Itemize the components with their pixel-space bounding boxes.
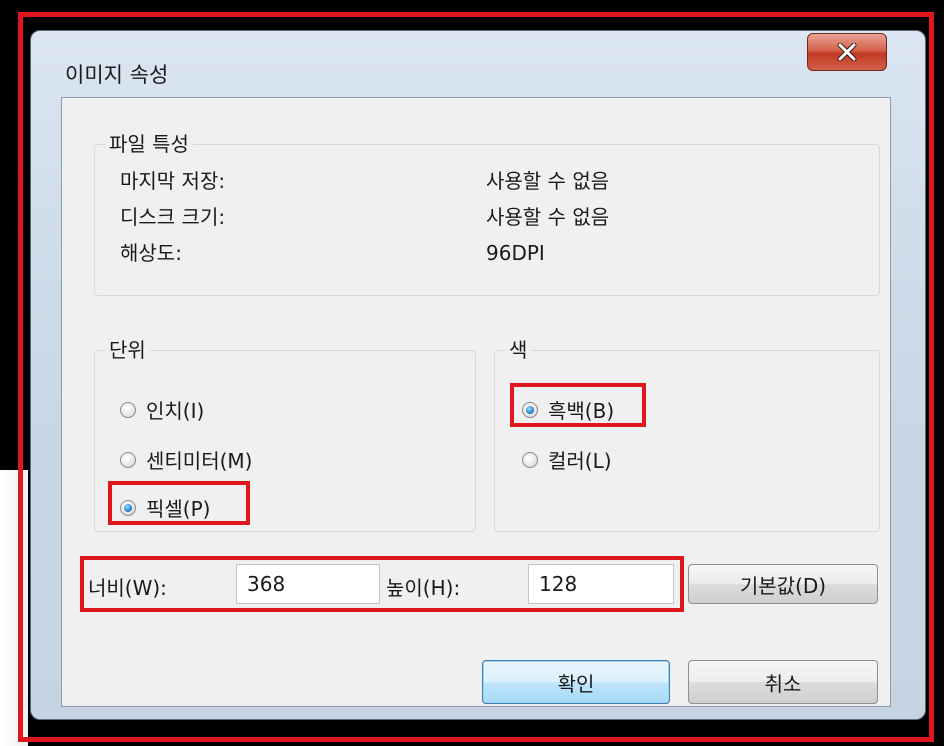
radio-button[interactable] — [120, 451, 136, 468]
file-properties-title: 파일 특성 — [105, 131, 193, 157]
unit-option-inch[interactable]: 인치(I) — [120, 395, 204, 424]
last-saved-value: 사용할 수 없음 — [486, 169, 610, 193]
dialog-body: 파일 특성 마지막 저장: 사용할 수 없음 디스크 크기: 사용할 수 없음 … — [61, 97, 891, 707]
monochrome-highlight-box — [510, 383, 646, 427]
resolution-value: 96DPI — [486, 241, 545, 265]
size-highlight-box — [80, 556, 684, 612]
radio-button[interactable] — [120, 401, 136, 418]
image-properties-dialog: 이미지 속성 파일 특성 마지막 저장: 사용할 수 없음 디스크 크기: 사용… — [30, 30, 926, 720]
close-icon — [837, 43, 857, 61]
color-title: 색 — [505, 337, 532, 363]
color-group: 색 — [494, 337, 880, 532]
disk-size-value: 사용할 수 없음 — [486, 205, 610, 229]
units-title: 단위 — [105, 337, 150, 363]
disk-size-label: 디스크 크기: — [120, 205, 226, 229]
cancel-button[interactable]: 취소 — [688, 660, 878, 704]
pixel-highlight-box — [108, 481, 250, 525]
resolution-label: 해상도: — [120, 241, 182, 265]
color-option-label: 컬러(L) — [548, 449, 612, 473]
color-option-color[interactable]: 컬러(L) — [522, 445, 612, 474]
background-edge — [0, 470, 28, 746]
unit-option-label: 인치(I) — [146, 399, 205, 423]
ok-button[interactable]: 확인 — [482, 660, 670, 704]
radio-button[interactable] — [522, 451, 538, 468]
unit-option-centimeter[interactable]: 센티미터(M) — [120, 445, 252, 474]
default-size-button[interactable]: 기본값(D) — [688, 564, 878, 604]
close-button[interactable] — [807, 33, 887, 71]
dialog-title: 이미지 속성 — [65, 63, 169, 87]
last-saved-label: 마지막 저장: — [120, 169, 226, 193]
unit-option-label: 센티미터(M) — [146, 449, 253, 473]
